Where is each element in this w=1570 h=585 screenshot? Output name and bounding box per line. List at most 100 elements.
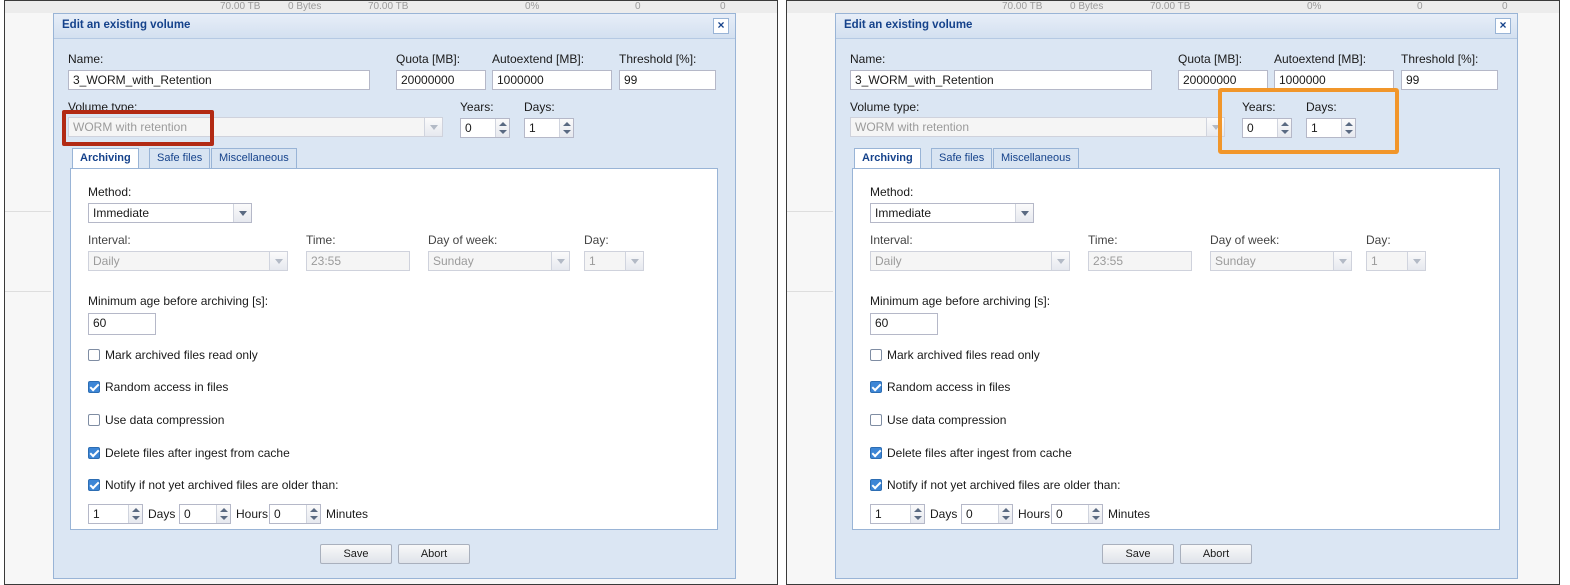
tab-safe-files[interactable]: Safe files xyxy=(149,148,211,168)
day-select: 1 xyxy=(1366,251,1426,271)
autoextend-input[interactable]: 1000000 xyxy=(1274,70,1394,90)
checkbox-random-access[interactable] xyxy=(88,381,100,393)
save-button[interactable]: Save xyxy=(1102,544,1174,564)
checkbox-row[interactable]: Notify if not yet archived files are old… xyxy=(870,478,1120,492)
checkbox-row[interactable]: Use data compression xyxy=(870,413,1006,427)
checkbox-notify[interactable] xyxy=(870,479,882,491)
abort-button[interactable]: Abort xyxy=(1180,544,1252,564)
notify-days-stepper[interactable]: 1 xyxy=(870,504,925,524)
method-value: Immediate xyxy=(93,206,150,220)
method-label: Method: xyxy=(870,185,914,199)
notify-hours-value: 0 xyxy=(184,507,191,521)
bg-cell: 0% xyxy=(525,1,540,12)
quota-input[interactable]: 20000000 xyxy=(396,70,486,90)
checkbox-row[interactable]: Random access in files xyxy=(88,380,228,394)
threshold-input[interactable]: 99 xyxy=(1401,70,1498,90)
dialog-title: Edit an existing volume xyxy=(844,19,973,31)
threshold-input[interactable]: 99 xyxy=(619,70,716,90)
checkbox-compression[interactable] xyxy=(870,414,882,426)
name-input[interactable]: 3_WORM_with_Retention xyxy=(68,70,370,90)
dialog-titlebar: Edit an existing volume × xyxy=(54,14,735,39)
save-button[interactable]: Save xyxy=(320,544,392,564)
checkbox-read-only[interactable] xyxy=(870,349,882,361)
name-input[interactable]: 3_WORM_with_Retention xyxy=(850,70,1152,90)
checkbox-row[interactable]: Use data compression xyxy=(88,413,224,427)
checkbox-notify[interactable] xyxy=(88,479,100,491)
notify-hours-label: Hours xyxy=(236,507,269,521)
checkbox-label: Use data compression xyxy=(887,413,1007,427)
spinner-icon[interactable] xyxy=(559,119,573,137)
chevron-down-icon[interactable] xyxy=(1015,204,1033,222)
checkbox-label: Random access in files xyxy=(887,380,1011,394)
interval-label: Interval: xyxy=(88,233,131,247)
notify-days-label: Days xyxy=(148,507,176,521)
method-select[interactable]: Immediate xyxy=(88,203,252,223)
method-label: Method: xyxy=(88,185,132,199)
notify-hours-stepper[interactable]: 0 xyxy=(179,504,231,524)
spinner-icon[interactable] xyxy=(128,505,142,523)
chevron-down-icon xyxy=(1407,252,1425,270)
checkbox-row[interactable]: Notify if not yet archived files are old… xyxy=(88,478,338,492)
checkbox-row[interactable]: Mark archived files read only xyxy=(870,348,1040,362)
dialog-title: Edit an existing volume xyxy=(62,19,191,31)
checkbox-row[interactable]: Delete files after ingest from cache xyxy=(88,446,290,460)
highlight-volume-type-box xyxy=(62,110,214,146)
days-stepper[interactable]: 1 xyxy=(524,118,574,138)
name-label: Name: xyxy=(850,52,886,66)
method-value: Immediate xyxy=(875,206,932,220)
spinner-icon[interactable] xyxy=(998,505,1012,523)
min-age-input[interactable]: 60 xyxy=(88,313,156,335)
volume-type-value: WORM with retention xyxy=(855,120,970,134)
bg-cell: 0 xyxy=(635,1,641,12)
checkbox-label: Mark archived files read only xyxy=(105,348,258,362)
notify-minutes-stepper[interactable]: 0 xyxy=(269,504,321,524)
spinner-icon[interactable] xyxy=(306,505,320,523)
interval-value: Daily xyxy=(93,254,120,268)
spinner-icon[interactable] xyxy=(910,505,924,523)
years-stepper[interactable]: 0 xyxy=(460,118,510,138)
autoextend-input[interactable]: 1000000 xyxy=(492,70,612,90)
notify-days-value: 1 xyxy=(93,507,100,521)
notify-days-label: Days xyxy=(930,507,958,521)
chevron-down-icon xyxy=(1333,252,1351,270)
bg-divider xyxy=(787,211,833,212)
tab-archiving[interactable]: Archiving xyxy=(72,148,139,169)
dialog-titlebar: Edit an existing volume × xyxy=(836,14,1517,39)
close-icon[interactable]: × xyxy=(1495,18,1511,34)
edit-volume-dialog: Edit an existing volume × Name: 3_WORM_w… xyxy=(835,13,1518,579)
day-label: Day: xyxy=(584,233,609,247)
min-age-input[interactable]: 60 xyxy=(870,313,938,335)
checkbox-compression[interactable] xyxy=(88,414,100,426)
spinner-icon[interactable] xyxy=(216,505,230,523)
notify-minutes-label: Minutes xyxy=(1108,507,1151,521)
bg-cell: 70.00 TB xyxy=(1150,1,1191,12)
days-label: Days: xyxy=(524,100,555,114)
spinner-icon[interactable] xyxy=(495,119,509,137)
abort-button[interactable]: Abort xyxy=(398,544,470,564)
tab-miscellaneous[interactable]: Miscellaneous xyxy=(211,148,297,168)
notify-minutes-stepper[interactable]: 0 xyxy=(1051,504,1103,524)
chevron-down-icon[interactable] xyxy=(233,204,251,222)
day-of-week-select: Sunday xyxy=(1210,251,1352,271)
checkbox-label: Use data compression xyxy=(105,413,225,427)
checkbox-delete-after-ingest[interactable] xyxy=(870,447,882,459)
checkbox-row[interactable]: Random access in files xyxy=(870,380,1010,394)
notify-hours-stepper[interactable]: 0 xyxy=(961,504,1013,524)
method-select[interactable]: Immediate xyxy=(870,203,1034,223)
checkbox-row[interactable]: Delete files after ingest from cache xyxy=(870,446,1072,460)
close-icon[interactable]: × xyxy=(713,18,729,34)
tab-miscellaneous[interactable]: Miscellaneous xyxy=(993,148,1079,168)
notify-days-stepper[interactable]: 1 xyxy=(88,504,143,524)
tab-archiving[interactable]: Archiving xyxy=(854,148,921,169)
archiving-tab-panel: Method: Immediate Interval: Daily Time: … xyxy=(852,168,1500,530)
checkbox-random-access[interactable] xyxy=(870,381,882,393)
bg-cell: 0 Bytes xyxy=(1070,1,1104,12)
checkbox-delete-after-ingest[interactable] xyxy=(88,447,100,459)
checkbox-row[interactable]: Mark archived files read only xyxy=(88,348,258,362)
tab-safe-files[interactable]: Safe files xyxy=(931,148,993,168)
checkbox-read-only[interactable] xyxy=(88,349,100,361)
quota-input[interactable]: 20000000 xyxy=(1178,70,1268,90)
spinner-icon[interactable] xyxy=(1088,505,1102,523)
screenshot-panel-right: 70.00 TB 0 Bytes 70.00 TB 0% 0 0 Edit an… xyxy=(786,0,1560,585)
edit-volume-dialog: Edit an existing volume × Name: 3_WORM_w… xyxy=(53,13,736,579)
